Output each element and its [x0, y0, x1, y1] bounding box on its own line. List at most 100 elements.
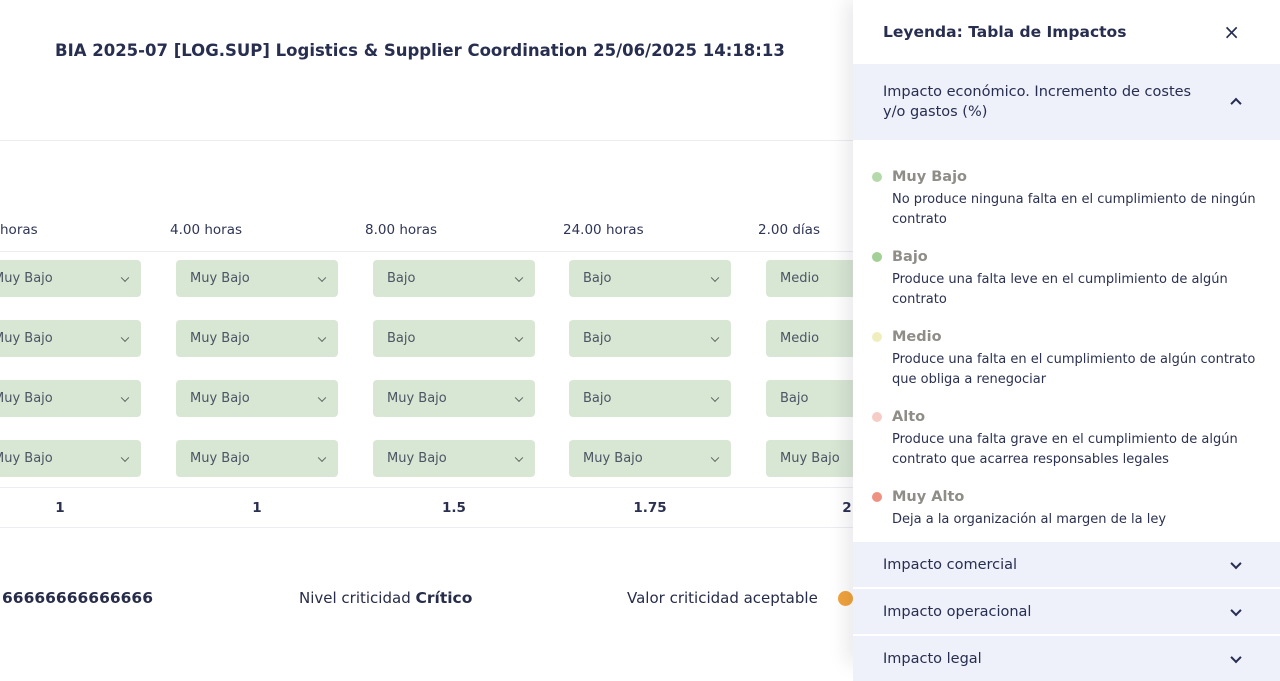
criticality-level-value: Crítico: [416, 589, 473, 607]
impact-select[interactable]: Muy Bajo: [0, 260, 141, 297]
column-score: 1.5: [442, 500, 466, 516]
accordion-label: Impacto económico. Incremento de costes …: [883, 82, 1218, 122]
column-score: 1: [252, 500, 261, 516]
impact-select[interactable]: Muy Bajo: [176, 380, 338, 417]
chevron-down-icon: [1230, 604, 1241, 615]
criticality-level-label: Nivel criticidad: [299, 589, 411, 607]
chevron-down-icon: [515, 333, 523, 341]
level-name: Muy Bajo: [892, 167, 1267, 187]
level-name: Medio: [892, 327, 1267, 347]
level-description: Produce una falta leve en el cumplimient…: [892, 270, 1267, 310]
chevron-down-icon: [318, 393, 326, 401]
column-header: 2.00 días: [758, 222, 820, 238]
impact-select-value: Muy Bajo: [190, 271, 250, 286]
level-name: Bajo: [892, 247, 1267, 267]
impact-select-value: Muy Bajo: [0, 271, 53, 286]
impact-select[interactable]: Muy Bajo: [0, 380, 141, 417]
chevron-down-icon: [1230, 557, 1241, 568]
level-dot: [872, 492, 882, 502]
impact-select[interactable]: Muy Bajo: [176, 440, 338, 477]
impact-select-value: Bajo: [583, 271, 611, 286]
acceptable-criticality-label: Valor criticidad aceptable: [627, 589, 818, 607]
level-dot: [872, 172, 882, 182]
close-icon[interactable]: ×: [1223, 22, 1240, 42]
accordion-impacto-economico[interactable]: Impacto económico. Incremento de costes …: [853, 64, 1280, 140]
chevron-down-icon: [121, 273, 129, 281]
legend-item: Alto Produce una falta grave en el cumpl…: [853, 407, 1267, 470]
impact-select-value: Bajo: [780, 391, 808, 406]
level-name: Alto: [892, 407, 1267, 427]
impact-select-value: Bajo: [583, 391, 611, 406]
level-name: Muy Alto: [892, 487, 1267, 507]
impact-select-value: Muy Bajo: [583, 451, 643, 466]
column-header: 4.00 horas: [170, 222, 242, 238]
chevron-down-icon: [515, 453, 523, 461]
impact-select-value: Bajo: [583, 331, 611, 346]
impact-select-value: Muy Bajo: [0, 331, 53, 346]
chevron-down-icon: [711, 273, 719, 281]
legend-item: Bajo Produce una falta leve en el cumpli…: [853, 247, 1267, 310]
impact-select-value: Muy Bajo: [387, 451, 447, 466]
impact-select[interactable]: Bajo: [569, 380, 731, 417]
impact-select[interactable]: Muy Bajo: [0, 320, 141, 357]
level-description: No produce ninguna falta en el cumplimie…: [892, 190, 1267, 230]
chevron-down-icon: [121, 333, 129, 341]
impact-select[interactable]: Muy Bajo: [176, 260, 338, 297]
impact-select[interactable]: Muy Bajo: [373, 380, 535, 417]
chevron-down-icon: [515, 393, 523, 401]
column-header: horas: [0, 222, 38, 238]
chevron-down-icon: [1230, 651, 1241, 662]
impact-select[interactable]: Bajo: [569, 260, 731, 297]
impact-select-value: Bajo: [387, 331, 415, 346]
level-dot: [872, 332, 882, 342]
chevron-down-icon: [318, 273, 326, 281]
chevron-up-icon: [1230, 98, 1241, 109]
chevron-down-icon: [121, 453, 129, 461]
impact-select[interactable]: Bajo: [373, 260, 535, 297]
accordion-impacto-legal[interactable]: Impacto legal: [853, 636, 1280, 681]
impact-select[interactable]: Muy Bajo: [373, 440, 535, 477]
column-score: 2: [842, 500, 851, 516]
impact-select[interactable]: Bajo: [569, 320, 731, 357]
chevron-down-icon: [515, 273, 523, 281]
chevron-down-icon: [711, 393, 719, 401]
legend-item: Muy Bajo No produce ninguna falta en el …: [853, 167, 1267, 230]
impact-select-value: Bajo: [387, 271, 415, 286]
criticality-score: 66666666666666: [2, 589, 153, 607]
acceptable-criticality-dot: [838, 591, 853, 606]
chevron-down-icon: [318, 333, 326, 341]
impact-select[interactable]: Bajo: [373, 320, 535, 357]
column-header: 8.00 horas: [365, 222, 437, 238]
divider: [0, 487, 853, 488]
legend-items: Muy Bajo No produce ninguna falta en el …: [853, 140, 1280, 540]
impact-select-value: Muy Bajo: [190, 451, 250, 466]
divider: [0, 527, 853, 528]
level-description: Deja a la organización al margen de la l…: [892, 510, 1267, 530]
impact-select-value: Muy Bajo: [780, 451, 840, 466]
column-score: 1.75: [633, 500, 666, 516]
impact-select-value: Medio: [780, 271, 819, 286]
accordion-label: Impacto legal: [883, 649, 982, 669]
chevron-down-icon: [711, 453, 719, 461]
legend-panel-header: Leyenda: Tabla de Impactos ×: [853, 0, 1280, 64]
legend-panel-title: Leyenda: Tabla de Impactos: [883, 23, 1126, 41]
level-dot: [872, 412, 882, 422]
impact-select-value: Muy Bajo: [190, 331, 250, 346]
impact-select-value: Muy Bajo: [387, 391, 447, 406]
level-description: Produce una falta en el cumplimiento de …: [892, 350, 1267, 390]
column-score: 1: [55, 500, 64, 516]
accordion-label: Impacto comercial: [883, 555, 1017, 575]
criticality-level: Nivel criticidad Crítico: [299, 589, 472, 607]
impact-select-value: Muy Bajo: [190, 391, 250, 406]
impact-select[interactable]: Muy Bajo: [176, 320, 338, 357]
chevron-down-icon: [711, 333, 719, 341]
legend-item: Medio Produce una falta en el cumplimien…: [853, 327, 1267, 390]
impact-select[interactable]: Muy Bajo: [0, 440, 141, 477]
accordion-impacto-operacional[interactable]: Impacto operacional: [853, 589, 1280, 634]
level-description: Produce una falta grave en el cumplimien…: [892, 430, 1267, 470]
impact-select[interactable]: Muy Bajo: [569, 440, 731, 477]
accordion-label: Impacto operacional: [883, 602, 1031, 622]
impact-select-value: Muy Bajo: [0, 391, 53, 406]
impact-select-value: Medio: [780, 331, 819, 346]
accordion-impacto-comercial[interactable]: Impacto comercial: [853, 542, 1280, 587]
